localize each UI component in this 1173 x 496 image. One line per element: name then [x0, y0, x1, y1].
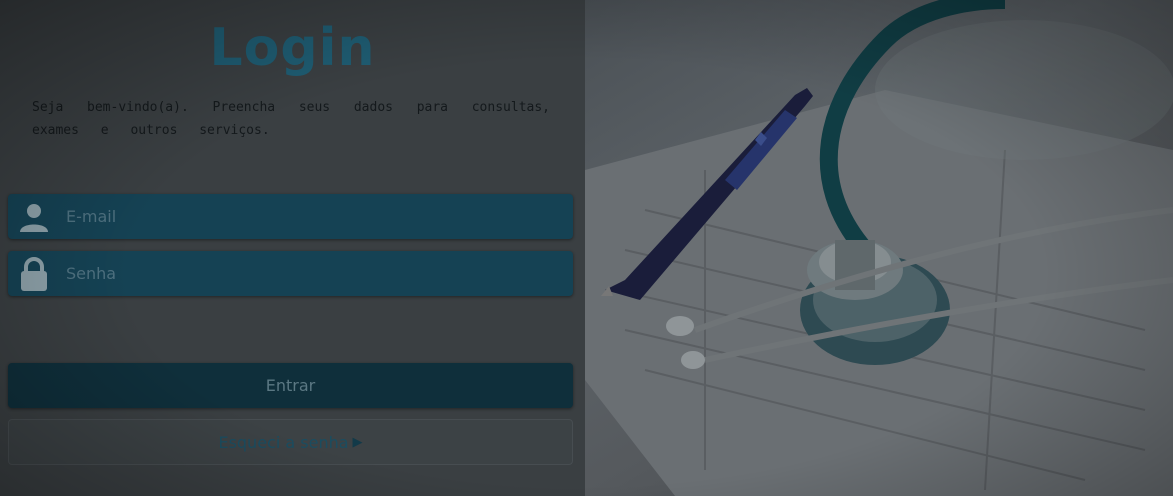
forgot-password-label: Esqueci a senha — [218, 432, 349, 452]
stethoscope-photo — [585, 0, 1173, 496]
arrow-right-icon: ▶ — [352, 434, 363, 450]
page-title: Login — [209, 18, 376, 78]
email-field[interactable] — [8, 194, 573, 239]
forgot-password-link[interactable]: Esqueci a senha ▶ — [8, 419, 573, 465]
email-input[interactable] — [60, 194, 573, 239]
login-panel: Login Seja bem-vindo(a). Preencha seus d… — [0, 0, 585, 496]
lock-icon — [8, 251, 60, 296]
hero-image — [585, 0, 1173, 496]
user-icon — [8, 194, 60, 239]
enter-button[interactable]: Entrar — [8, 363, 573, 408]
login-page: Login Seja bem-vindo(a). Preencha seus d… — [0, 0, 1173, 496]
password-field[interactable] — [8, 251, 573, 296]
intro-text: Seja bem-vindo(a). Preencha seus dados p… — [32, 100, 550, 138]
password-input[interactable] — [60, 251, 573, 296]
